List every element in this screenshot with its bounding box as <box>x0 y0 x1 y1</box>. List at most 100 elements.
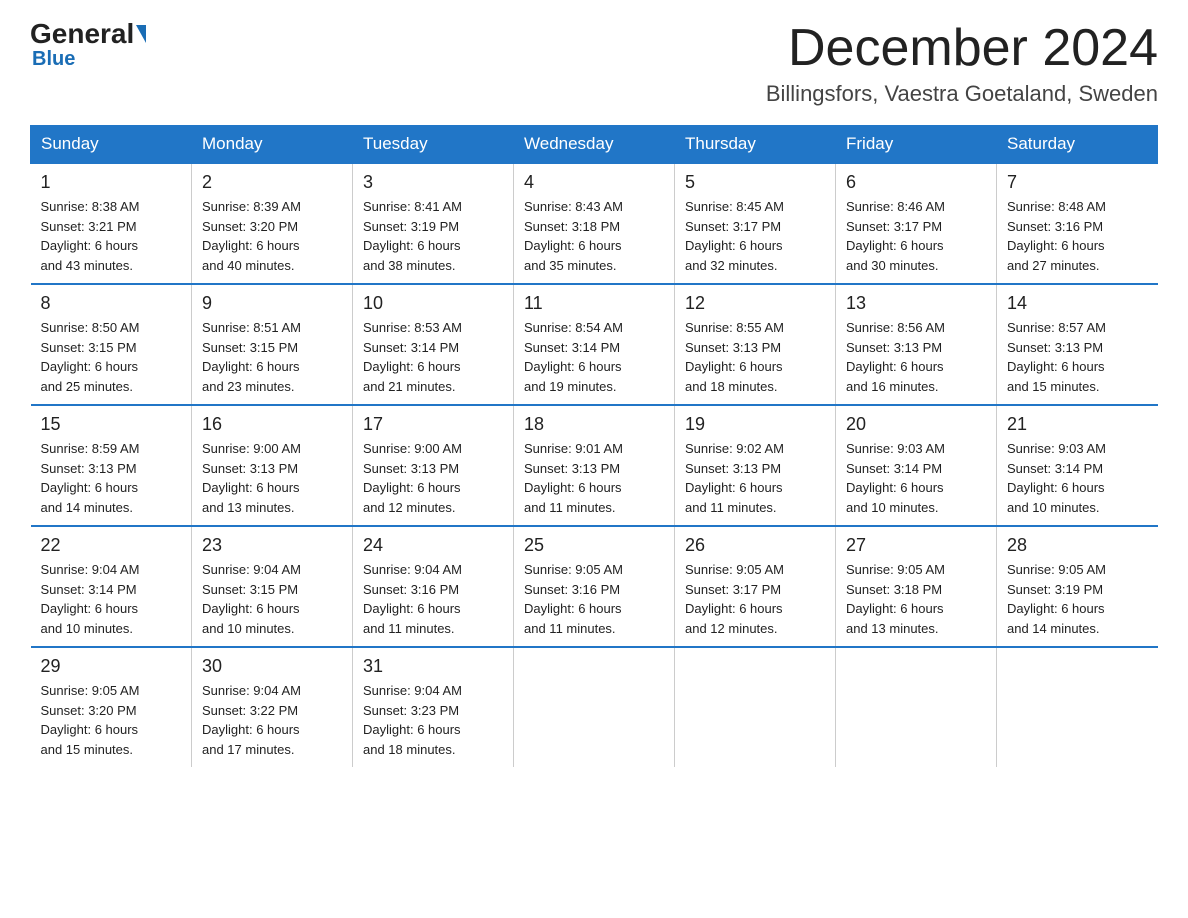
day-number: 6 <box>846 172 986 193</box>
calendar-cell: 3 Sunrise: 8:41 AM Sunset: 3:19 PM Dayli… <box>353 163 514 284</box>
column-header-wednesday: Wednesday <box>514 126 675 164</box>
day-number: 29 <box>41 656 182 677</box>
calendar-cell: 6 Sunrise: 8:46 AM Sunset: 3:17 PM Dayli… <box>836 163 997 284</box>
calendar-cell: 15 Sunrise: 8:59 AM Sunset: 3:13 PM Dayl… <box>31 405 192 526</box>
calendar-table: SundayMondayTuesdayWednesdayThursdayFrid… <box>30 125 1158 767</box>
day-info: Sunrise: 8:48 AM Sunset: 3:16 PM Dayligh… <box>1007 197 1148 275</box>
calendar-week-row: 1 Sunrise: 8:38 AM Sunset: 3:21 PM Dayli… <box>31 163 1158 284</box>
day-number: 25 <box>524 535 664 556</box>
day-info: Sunrise: 9:05 AM Sunset: 3:19 PM Dayligh… <box>1007 560 1148 638</box>
day-info: Sunrise: 9:04 AM Sunset: 3:14 PM Dayligh… <box>41 560 182 638</box>
day-number: 22 <box>41 535 182 556</box>
title-section: December 2024 Billingsfors, Vaestra Goet… <box>766 20 1158 107</box>
day-info: Sunrise: 8:57 AM Sunset: 3:13 PM Dayligh… <box>1007 318 1148 396</box>
day-info: Sunrise: 8:46 AM Sunset: 3:17 PM Dayligh… <box>846 197 986 275</box>
day-info: Sunrise: 8:54 AM Sunset: 3:14 PM Dayligh… <box>524 318 664 396</box>
day-info: Sunrise: 9:02 AM Sunset: 3:13 PM Dayligh… <box>685 439 825 517</box>
calendar-cell: 21 Sunrise: 9:03 AM Sunset: 3:14 PM Dayl… <box>997 405 1158 526</box>
day-number: 21 <box>1007 414 1148 435</box>
day-number: 11 <box>524 293 664 314</box>
day-number: 23 <box>202 535 342 556</box>
day-number: 4 <box>524 172 664 193</box>
calendar-cell: 25 Sunrise: 9:05 AM Sunset: 3:16 PM Dayl… <box>514 526 675 647</box>
day-number: 17 <box>363 414 503 435</box>
day-info: Sunrise: 8:56 AM Sunset: 3:13 PM Dayligh… <box>846 318 986 396</box>
column-header-tuesday: Tuesday <box>353 126 514 164</box>
day-info: Sunrise: 9:00 AM Sunset: 3:13 PM Dayligh… <box>202 439 342 517</box>
day-number: 28 <box>1007 535 1148 556</box>
calendar-cell: 23 Sunrise: 9:04 AM Sunset: 3:15 PM Dayl… <box>192 526 353 647</box>
calendar-cell: 8 Sunrise: 8:50 AM Sunset: 3:15 PM Dayli… <box>31 284 192 405</box>
day-number: 8 <box>41 293 182 314</box>
column-header-monday: Monday <box>192 126 353 164</box>
column-header-friday: Friday <box>836 126 997 164</box>
calendar-cell: 27 Sunrise: 9:05 AM Sunset: 3:18 PM Dayl… <box>836 526 997 647</box>
day-number: 27 <box>846 535 986 556</box>
day-number: 2 <box>202 172 342 193</box>
day-number: 5 <box>685 172 825 193</box>
day-number: 10 <box>363 293 503 314</box>
day-info: Sunrise: 9:03 AM Sunset: 3:14 PM Dayligh… <box>846 439 986 517</box>
day-info: Sunrise: 9:05 AM Sunset: 3:17 PM Dayligh… <box>685 560 825 638</box>
day-number: 7 <box>1007 172 1148 193</box>
day-number: 3 <box>363 172 503 193</box>
day-number: 15 <box>41 414 182 435</box>
day-info: Sunrise: 9:00 AM Sunset: 3:13 PM Dayligh… <box>363 439 503 517</box>
day-info: Sunrise: 8:51 AM Sunset: 3:15 PM Dayligh… <box>202 318 342 396</box>
calendar-week-row: 22 Sunrise: 9:04 AM Sunset: 3:14 PM Dayl… <box>31 526 1158 647</box>
column-header-saturday: Saturday <box>997 126 1158 164</box>
calendar-cell: 5 Sunrise: 8:45 AM Sunset: 3:17 PM Dayli… <box>675 163 836 284</box>
calendar-cell: 16 Sunrise: 9:00 AM Sunset: 3:13 PM Dayl… <box>192 405 353 526</box>
day-number: 24 <box>363 535 503 556</box>
calendar-cell: 14 Sunrise: 8:57 AM Sunset: 3:13 PM Dayl… <box>997 284 1158 405</box>
day-info: Sunrise: 9:04 AM Sunset: 3:22 PM Dayligh… <box>202 681 342 759</box>
calendar-cell <box>836 647 997 767</box>
day-info: Sunrise: 8:55 AM Sunset: 3:13 PM Dayligh… <box>685 318 825 396</box>
day-info: Sunrise: 9:03 AM Sunset: 3:14 PM Dayligh… <box>1007 439 1148 517</box>
day-info: Sunrise: 8:50 AM Sunset: 3:15 PM Dayligh… <box>41 318 182 396</box>
day-number: 19 <box>685 414 825 435</box>
day-number: 26 <box>685 535 825 556</box>
day-info: Sunrise: 9:01 AM Sunset: 3:13 PM Dayligh… <box>524 439 664 517</box>
calendar-cell: 30 Sunrise: 9:04 AM Sunset: 3:22 PM Dayl… <box>192 647 353 767</box>
column-header-thursday: Thursday <box>675 126 836 164</box>
calendar-cell: 1 Sunrise: 8:38 AM Sunset: 3:21 PM Dayli… <box>31 163 192 284</box>
calendar-cell: 19 Sunrise: 9:02 AM Sunset: 3:13 PM Dayl… <box>675 405 836 526</box>
calendar-cell: 12 Sunrise: 8:55 AM Sunset: 3:13 PM Dayl… <box>675 284 836 405</box>
calendar-cell: 24 Sunrise: 9:04 AM Sunset: 3:16 PM Dayl… <box>353 526 514 647</box>
calendar-cell: 29 Sunrise: 9:05 AM Sunset: 3:20 PM Dayl… <box>31 647 192 767</box>
calendar-cell: 31 Sunrise: 9:04 AM Sunset: 3:23 PM Dayl… <box>353 647 514 767</box>
calendar-cell: 18 Sunrise: 9:01 AM Sunset: 3:13 PM Dayl… <box>514 405 675 526</box>
calendar-cell: 13 Sunrise: 8:56 AM Sunset: 3:13 PM Dayl… <box>836 284 997 405</box>
calendar-cell: 2 Sunrise: 8:39 AM Sunset: 3:20 PM Dayli… <box>192 163 353 284</box>
logo-general: General <box>30 20 134 48</box>
day-number: 14 <box>1007 293 1148 314</box>
day-info: Sunrise: 9:05 AM Sunset: 3:20 PM Dayligh… <box>41 681 182 759</box>
month-title: December 2024 <box>766 20 1158 77</box>
calendar-week-row: 15 Sunrise: 8:59 AM Sunset: 3:13 PM Dayl… <box>31 405 1158 526</box>
day-number: 13 <box>846 293 986 314</box>
logo: General Blue <box>30 20 148 71</box>
day-number: 20 <box>846 414 986 435</box>
day-info: Sunrise: 9:04 AM Sunset: 3:15 PM Dayligh… <box>202 560 342 638</box>
day-number: 31 <box>363 656 503 677</box>
calendar-cell: 26 Sunrise: 9:05 AM Sunset: 3:17 PM Dayl… <box>675 526 836 647</box>
day-info: Sunrise: 9:04 AM Sunset: 3:23 PM Dayligh… <box>363 681 503 759</box>
logo-triangle-icon <box>136 25 146 43</box>
calendar-cell: 11 Sunrise: 8:54 AM Sunset: 3:14 PM Dayl… <box>514 284 675 405</box>
calendar-cell <box>675 647 836 767</box>
column-header-sunday: Sunday <box>31 126 192 164</box>
location: Billingsfors, Vaestra Goetaland, Sweden <box>766 81 1158 107</box>
day-info: Sunrise: 8:53 AM Sunset: 3:14 PM Dayligh… <box>363 318 503 396</box>
day-info: Sunrise: 9:05 AM Sunset: 3:16 PM Dayligh… <box>524 560 664 638</box>
day-number: 30 <box>202 656 342 677</box>
day-info: Sunrise: 8:59 AM Sunset: 3:13 PM Dayligh… <box>41 439 182 517</box>
calendar-cell <box>514 647 675 767</box>
day-info: Sunrise: 8:39 AM Sunset: 3:20 PM Dayligh… <box>202 197 342 275</box>
calendar-cell: 4 Sunrise: 8:43 AM Sunset: 3:18 PM Dayli… <box>514 163 675 284</box>
day-number: 16 <box>202 414 342 435</box>
calendar-week-row: 29 Sunrise: 9:05 AM Sunset: 3:20 PM Dayl… <box>31 647 1158 767</box>
day-number: 18 <box>524 414 664 435</box>
day-number: 1 <box>41 172 182 193</box>
calendar-cell: 28 Sunrise: 9:05 AM Sunset: 3:19 PM Dayl… <box>997 526 1158 647</box>
